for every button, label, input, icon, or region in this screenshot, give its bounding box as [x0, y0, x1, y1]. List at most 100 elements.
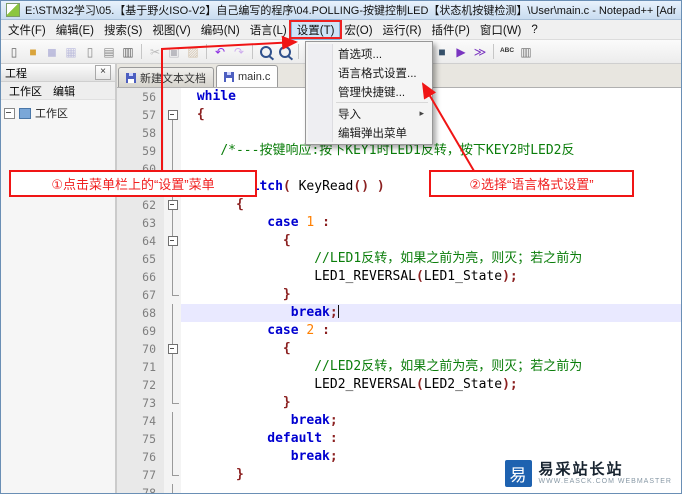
settings-menu-item-preferences[interactable]: 首选项...	[308, 44, 430, 63]
code-row-73: 73 }	[117, 394, 681, 412]
menu-item-macro[interactable]: 宏(O)	[339, 20, 377, 39]
fold-collapse-icon[interactable]	[168, 236, 178, 246]
save-all-icon[interactable]: ▦	[62, 43, 80, 61]
paste-icon[interactable]: ▨	[184, 43, 202, 61]
fold-collapse-icon[interactable]	[168, 200, 178, 210]
project-panel-title: 工程	[5, 65, 27, 81]
watermark-text: 易采站长站 WWW.EASCK.COM WEBMASTER	[539, 461, 672, 486]
close-icon[interactable]: ▯	[81, 43, 99, 61]
code-line[interactable]: default :	[181, 430, 681, 448]
toolbar-separator	[298, 44, 299, 59]
fold-collapse-icon[interactable]	[168, 344, 178, 354]
project-panel-header: 工程 ×	[1, 64, 115, 82]
close-all-icon[interactable]: ▤	[100, 43, 118, 61]
tab-1[interactable]: 新建文本文档	[118, 67, 214, 87]
cut-icon[interactable]: ✂	[146, 43, 164, 61]
watermark-subtitle: WWW.EASCK.COM WEBMASTER	[539, 478, 672, 486]
doc-map-icon[interactable]: ▥	[517, 43, 535, 61]
fold-margin	[164, 196, 181, 214]
code-line[interactable]: }	[181, 286, 681, 304]
menu-item-settings[interactable]: 设置(T)	[292, 20, 340, 39]
fold-line	[172, 484, 173, 493]
code-row-70: 70 {	[117, 340, 681, 358]
fold-line	[172, 322, 173, 340]
menu-item-window[interactable]: 窗口(W)	[475, 20, 527, 39]
panel-menu-item-1[interactable]: 编辑	[48, 83, 80, 99]
fold-margin	[164, 322, 181, 340]
panel-menu-item-0[interactable]: 工作区	[4, 83, 47, 99]
run-macro-multiple-icon[interactable]: ≫	[471, 43, 489, 61]
window-title: E:\STM32学习\05.【基于野火ISO-V2】自己编写的程序\04.POL…	[25, 2, 676, 18]
title-bar[interactable]: E:\STM32学习\05.【基于野火ISO-V2】自己编写的程序\04.POL…	[1, 1, 681, 20]
replace-icon-glyph	[279, 46, 291, 58]
print-icon[interactable]: ▥	[119, 43, 137, 61]
line-number: 71	[117, 358, 164, 376]
code-row-63: 63 case 1 :	[117, 214, 681, 232]
code-row-69: 69 case 2 :	[117, 322, 681, 340]
code-line[interactable]: case 1 :	[181, 214, 681, 232]
code-line[interactable]: //LED1反转，如果之前为亮，则灭；若之前为	[181, 250, 681, 268]
open-folder-icon[interactable]: ■	[24, 43, 42, 61]
fold-margin	[164, 466, 181, 484]
annotation-step1: ①点击菜单栏上的“设置”菜单	[9, 170, 257, 197]
code-line[interactable]: LED2_REVERSAL(LED2_State);	[181, 376, 681, 394]
menu-item-search[interactable]: 搜索(S)	[99, 20, 147, 39]
settings-menu-item-import[interactable]: 导入▸	[308, 104, 430, 123]
code-line[interactable]: {	[181, 340, 681, 358]
fold-collapse-icon[interactable]	[168, 110, 178, 120]
stop-macro-icon[interactable]: ■	[433, 43, 451, 61]
line-number: 65	[117, 250, 164, 268]
notepad-app-icon	[6, 3, 20, 17]
menu-item-plugins[interactable]: 插件(P)	[427, 20, 475, 39]
fold-margin	[164, 448, 181, 466]
line-number: 70	[117, 340, 164, 358]
tree-expander-icon[interactable]	[4, 108, 15, 119]
line-number: 76	[117, 448, 164, 466]
fold-line	[172, 376, 173, 394]
replace-icon[interactable]	[276, 43, 294, 61]
panel-close-button[interactable]: ×	[95, 65, 111, 80]
menu-item-language[interactable]: 语言(L)	[245, 20, 292, 39]
code-row-68: 68 break;	[117, 304, 681, 322]
settings-menu-item-style-configurator[interactable]: 语言格式设置...	[308, 63, 430, 82]
fold-line	[172, 448, 173, 466]
new-file-icon[interactable]: ▯	[5, 43, 23, 61]
code-line[interactable]: {	[181, 232, 681, 250]
editor[interactable]: 56 while57 {5859 /*---按键响应:按下KEY1时LED1反转…	[117, 88, 681, 493]
redo-icon[interactable]: ↷	[230, 43, 248, 61]
code-line[interactable]: }	[181, 394, 681, 412]
code-row-67: 67 }	[117, 286, 681, 304]
code-line[interactable]: case 2 :	[181, 322, 681, 340]
copy-icon[interactable]: ▣	[165, 43, 183, 61]
undo-icon[interactable]: ↶	[211, 43, 229, 61]
code-line[interactable]: {	[181, 196, 681, 214]
fold-margin	[164, 214, 181, 232]
menu-item-view[interactable]: 视图(V)	[147, 20, 195, 39]
code-line[interactable]: break;	[181, 304, 681, 322]
fold-line	[172, 394, 173, 403]
tree-node-workspace[interactable]: 工作区	[4, 105, 112, 121]
menu-item-encoding[interactable]: 编码(N)	[196, 20, 245, 39]
settings-menu-item-shortcut-mapper[interactable]: 管理快捷键...	[308, 82, 430, 101]
code-line[interactable]: LED1_REVERSAL(LED1_State);	[181, 268, 681, 286]
code-row-62: 62 {	[117, 196, 681, 214]
menu-item-edit[interactable]: 编辑(E)	[51, 20, 99, 39]
fold-margin	[164, 124, 181, 142]
fold-margin	[164, 286, 181, 304]
fold-margin	[164, 394, 181, 412]
save-icon[interactable]: ◼	[43, 43, 61, 61]
code-line[interactable]: break;	[181, 412, 681, 430]
find-icon[interactable]	[257, 43, 275, 61]
fold-margin	[164, 412, 181, 430]
menu-item-run[interactable]: 运行(R)	[378, 20, 427, 39]
menu-item-help[interactable]: ?	[526, 20, 542, 39]
code-line[interactable]: //LED2反转，如果之前为亮，则灭；若之前为	[181, 358, 681, 376]
code-row-66: 66 LED1_REVERSAL(LED1_State);	[117, 268, 681, 286]
spell-check-icon[interactable]: ABC	[498, 43, 516, 61]
menu-item-file[interactable]: 文件(F)	[3, 20, 51, 39]
play-macro-icon[interactable]: ▶	[452, 43, 470, 61]
fold-margin	[164, 250, 181, 268]
settings-menu-item-edit-popup-menu[interactable]: 编辑弹出菜单	[308, 123, 430, 142]
line-number: 67	[117, 286, 164, 304]
tab-2[interactable]: main.c	[216, 65, 278, 87]
